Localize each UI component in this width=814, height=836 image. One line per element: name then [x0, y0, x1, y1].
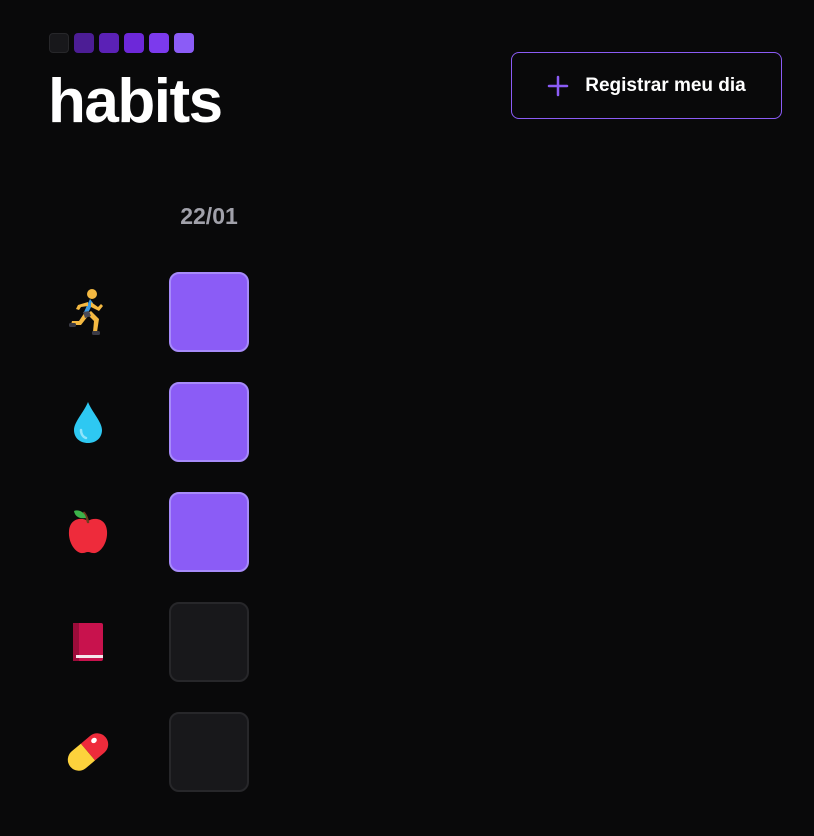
book-icon	[64, 618, 112, 666]
pill-icon	[64, 728, 112, 776]
register-day-label: Registrar meu dia	[585, 74, 746, 96]
habit-day-checkbox[interactable]	[169, 382, 249, 462]
plus-icon	[547, 75, 569, 97]
logo-square	[174, 33, 194, 53]
date-column-header: 22/01	[180, 203, 238, 229]
logo-title: habits	[48, 67, 223, 136]
runner-icon	[64, 288, 112, 336]
logo-square	[99, 33, 119, 53]
logo-squares	[49, 33, 194, 53]
habit-day-checkbox[interactable]	[169, 272, 249, 352]
logo-square	[74, 33, 94, 53]
habit-day-checkbox[interactable]	[169, 602, 249, 682]
habit-row	[0, 492, 814, 572]
habit-day-checkbox[interactable]	[169, 712, 249, 792]
logo-square	[49, 33, 69, 53]
habit-row	[0, 712, 814, 792]
habit-day-checkbox[interactable]	[169, 492, 249, 572]
water-drop-icon	[64, 398, 112, 446]
apple-icon	[64, 508, 112, 556]
habit-row	[0, 602, 814, 682]
logo-square	[149, 33, 169, 53]
habit-row	[0, 382, 814, 462]
logo-square	[124, 33, 144, 53]
register-day-button[interactable]: Registrar meu dia	[511, 52, 782, 119]
habits-app: habits Registrar meu dia 22/01	[0, 0, 814, 836]
habit-row	[0, 272, 814, 352]
